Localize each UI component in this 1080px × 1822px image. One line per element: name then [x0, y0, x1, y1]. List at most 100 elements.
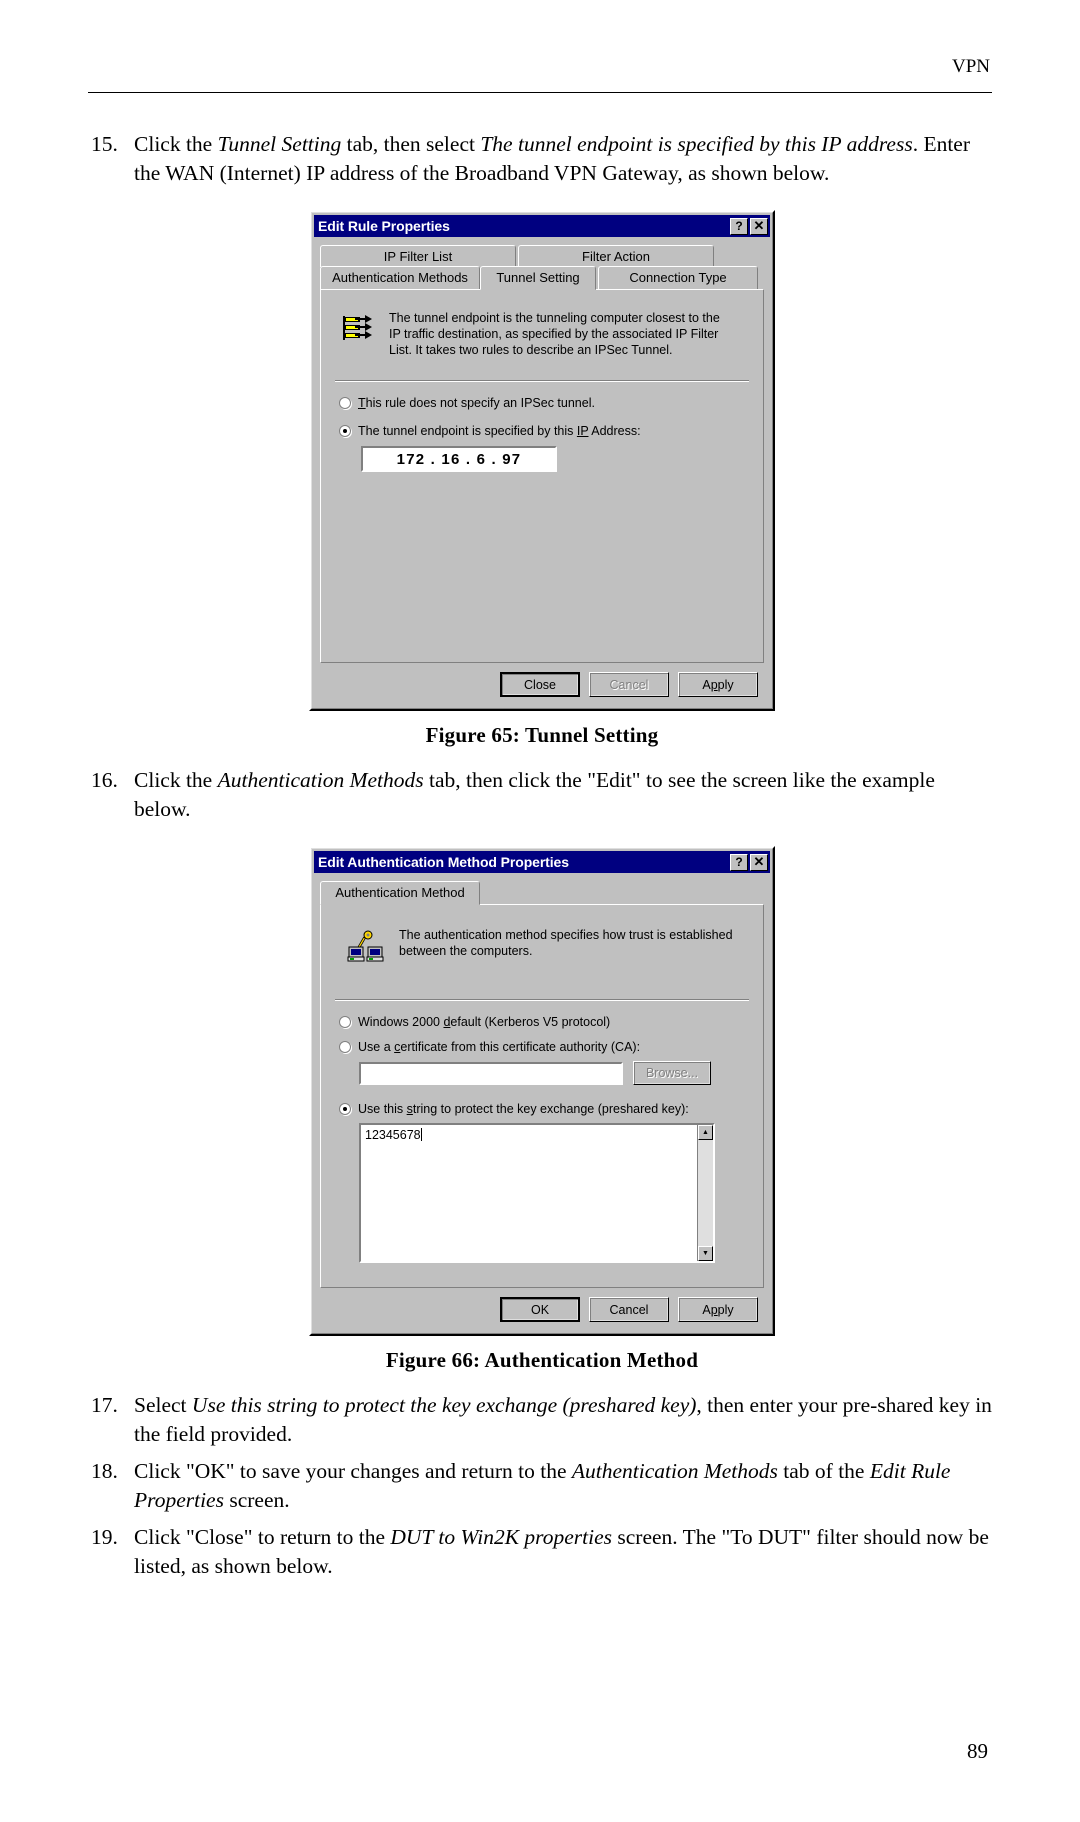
document-page: VPN 15. Click the Tunnel Setting tab, th…	[0, 0, 1080, 1822]
close-icon[interactable]: ✕	[750, 217, 768, 235]
radio-kerberos-label: Windows 2000 default (Kerberos V5 protoc…	[358, 1015, 610, 1029]
label-pre: Use this	[358, 1102, 407, 1116]
apply-button[interactable]: Ap ply	[678, 672, 758, 697]
radio-button-icon[interactable]	[339, 1016, 351, 1028]
step-16-part1: Click the	[134, 768, 218, 792]
radio-button-icon[interactable]	[339, 425, 351, 437]
tunnel-setting-page: The tunnel endpoint is the tunneling com…	[320, 289, 764, 663]
auth-info-text: The authentication method specifies how …	[399, 925, 733, 963]
step-15-text: Click the Tunnel Setting tab, then selec…	[134, 130, 996, 188]
dialog-title: Edit Authentication Method Properties	[318, 854, 569, 870]
label-pre: Windows 2000	[358, 1015, 444, 1029]
tab-ip-filter-list[interactable]: IP Filter List	[320, 245, 516, 267]
running-head: VPN	[951, 56, 990, 77]
apply-post: ply	[717, 677, 734, 692]
radio-no-tunnel-label: This rule does not specify an IPSec tunn…	[358, 396, 595, 410]
accel-char: IP	[576, 424, 589, 438]
tab-filter-action[interactable]: Filter Action	[518, 245, 714, 267]
preshared-key-text[interactable]: 12345678	[361, 1125, 697, 1261]
certificate-authority-input[interactable]	[359, 1061, 623, 1085]
dialog-inner-frame: Edit Rule Properties ? ✕ IP Filter List …	[311, 212, 773, 709]
step-15-italic1: Tunnel Setting	[217, 132, 342, 156]
cancel-button[interactable]: Cancel	[589, 1297, 669, 1322]
preshared-key-textarea[interactable]: 12345678 ▲ ▼	[359, 1123, 715, 1263]
label-post: Address:	[588, 424, 641, 438]
radio-button-icon[interactable]	[339, 1041, 351, 1053]
scroll-track[interactable]	[698, 1140, 713, 1246]
divider	[335, 999, 749, 1001]
radio-no-tunnel[interactable]: This rule does not specify an IPSec tunn…	[339, 396, 751, 410]
step-15-italic2: The tunnel endpoint is specified by this…	[480, 132, 913, 156]
help-icon[interactable]: ?	[730, 853, 748, 871]
apply-pre: A	[702, 677, 711, 692]
radio-certificate-authority[interactable]: Use a certificate from this certificate …	[339, 1040, 751, 1054]
radio-preshared-label: Use this string to protect the key excha…	[358, 1102, 689, 1116]
radio-preshared-key[interactable]: Use this string to protect the key excha…	[339, 1102, 751, 1116]
tunnel-info-text: The tunnel endpoint is the tunneling com…	[389, 310, 720, 358]
info-block: The authentication method specifies how …	[333, 915, 751, 969]
label-rest: his rule does not specify an IPSec tunne…	[365, 396, 595, 410]
tab-row-bottom: Authentication Methods Tunnel Setting Co…	[320, 266, 764, 290]
step-16-italic1: Authentication Methods	[217, 768, 424, 792]
ok-button[interactable]: OK	[500, 1297, 580, 1322]
figure-66-caption: Figure 66: Authentication Method	[385, 1348, 699, 1372]
dialog-titlebar: Edit Rule Properties ? ✕	[314, 215, 770, 237]
ip-address-input[interactable]: 172 . 16 . 6 . 97	[361, 446, 557, 472]
step-16: 16. Click the Authentication Methods tab…	[88, 766, 996, 824]
dialog-titlebar: Edit Authentication Method Properties ? …	[314, 851, 770, 873]
label-pre: The tunnel endpoint is specified by this	[358, 424, 577, 438]
tab-connection-type[interactable]: Connection Type	[598, 266, 758, 290]
step-15-part2: tab, then select	[341, 132, 481, 156]
tab-authentication-methods[interactable]: Authentication Methods	[320, 266, 480, 290]
accel-char: p	[710, 677, 718, 692]
radio-button-icon[interactable]	[339, 397, 351, 409]
step-17-italic1: Use this string to protect the key excha…	[191, 1393, 697, 1417]
accel-char: p	[710, 1302, 718, 1317]
key-computers-icon	[347, 930, 384, 962]
radio-button-icon[interactable]	[339, 1103, 351, 1115]
browse-button: Browse...	[633, 1061, 711, 1085]
figure-65-wrapper: Edit Rule Properties ? ✕ IP Filter List …	[88, 210, 996, 711]
apply-button[interactable]: Ap ply	[678, 1297, 758, 1322]
step-18-part3: screen.	[223, 1488, 290, 1512]
scroll-up-icon[interactable]: ▲	[698, 1125, 713, 1140]
vertical-scrollbar[interactable]: ▲ ▼	[697, 1125, 713, 1261]
tab-authentication-method[interactable]: Authentication Method	[320, 881, 480, 905]
radio-tunnel-endpoint[interactable]: The tunnel endpoint is specified by this…	[339, 424, 751, 438]
step-16-text: Click the Authentication Methods tab, th…	[134, 766, 996, 824]
scroll-down-icon[interactable]: ▼	[698, 1246, 713, 1261]
label-post: ertificate from this certificate authori…	[400, 1040, 641, 1054]
tab-strip: Authentication Method	[314, 876, 770, 905]
tunnel-info-line-1: The tunnel endpoint is the tunneling com…	[389, 311, 720, 325]
figure-65-caption: Figure 65: Tunnel Setting	[425, 723, 659, 747]
step-19-italic1: DUT to Win2K properties	[390, 1525, 612, 1549]
tab-tunnel-setting[interactable]: Tunnel Setting	[480, 266, 596, 290]
page-number: 89	[967, 1739, 988, 1763]
edit-rule-properties-dialog: Edit Rule Properties ? ✕ IP Filter List …	[309, 210, 775, 711]
label-post: efault (Kerberos V5 protocol)	[450, 1015, 611, 1029]
close-button[interactable]: Close	[500, 672, 580, 697]
accel-char: T	[358, 396, 366, 410]
step-18-number: 18.	[91, 1459, 118, 1483]
auth-info-line-1: The authentication method specifies how …	[399, 928, 733, 942]
apply-post: ply	[717, 1302, 734, 1317]
edit-authentication-method-dialog: Edit Authentication Method Properties ? …	[309, 846, 775, 1336]
info-block: The tunnel endpoint is the tunneling com…	[333, 300, 751, 364]
page-content: 15. Click the Tunnel Setting tab, then s…	[88, 130, 996, 1585]
help-icon[interactable]: ?	[730, 217, 748, 235]
step-18: 18. Click "OK" to save your changes and …	[88, 1457, 996, 1515]
step-17: 17. Select Use this string to protect th…	[88, 1391, 996, 1449]
figure-66-wrapper: Edit Authentication Method Properties ? …	[88, 846, 996, 1336]
radio-kerberos[interactable]: Windows 2000 default (Kerberos V5 protoc…	[339, 1015, 751, 1029]
tunnel-info-line-2: IP traffic destination, as specified by …	[389, 327, 719, 341]
close-icon[interactable]: ✕	[750, 853, 768, 871]
step-16-number: 16.	[91, 768, 118, 792]
text-caret	[420, 1128, 422, 1141]
step-18-part2: tab of the	[777, 1459, 870, 1483]
step-19-part1: Click "Close" to return to the	[134, 1525, 391, 1549]
page-filler	[333, 472, 751, 650]
tab-strip: IP Filter List Filter Action Authenticat…	[314, 240, 770, 290]
step-17-part1: Select	[134, 1393, 192, 1417]
page-filler	[333, 1263, 751, 1275]
step-19-text: Click "Close" to return to the DUT to Wi…	[134, 1523, 996, 1581]
